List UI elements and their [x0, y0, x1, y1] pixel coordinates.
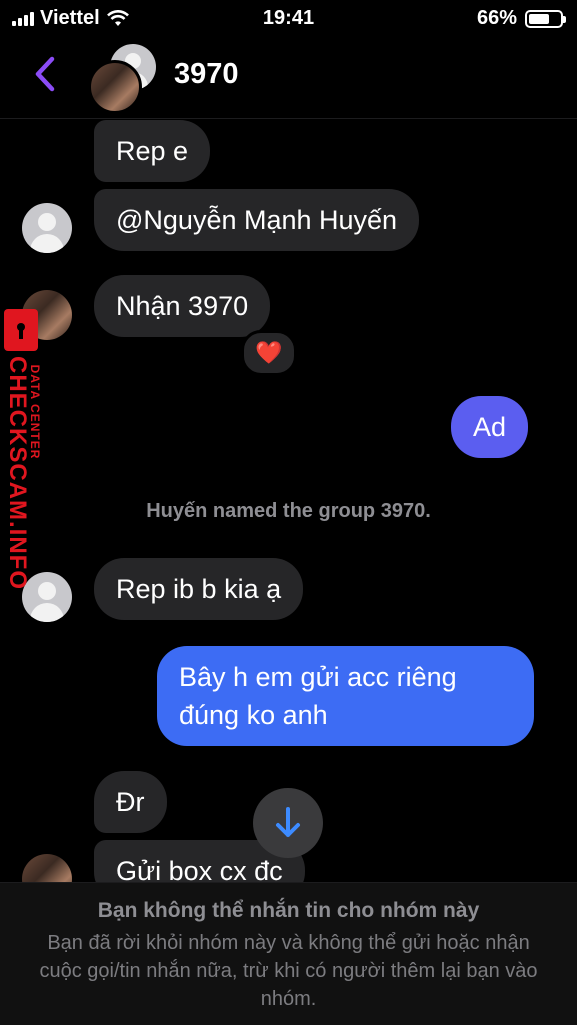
arrow-down-icon	[276, 807, 300, 837]
system-notice: Huyến named the group 3970.	[146, 500, 431, 522]
chat-header: 3970	[0, 38, 577, 119]
group-member-photo-avatar[interactable]	[88, 60, 142, 114]
sender-avatar[interactable]	[22, 203, 72, 253]
group-title[interactable]: 3970	[174, 58, 239, 91]
lock-icon	[4, 309, 38, 351]
message-bubble[interactable]: Rep ib b kia ạ	[94, 558, 304, 620]
notice-title: Bạn không thể nhắn tin cho nhóm này	[97, 899, 480, 922]
battery-icon	[525, 9, 566, 28]
message-bubble[interactable]: Rep e	[94, 120, 211, 182]
message-bubble-sent[interactable]: Bây h em gửi acc riêng đúng ko anh	[157, 646, 534, 746]
watermark: DATA CENTER CHECKSCAM.INFO	[0, 305, 60, 595]
message-bubble[interactable]: Đr	[94, 771, 167, 833]
status-bar: Viettel 19:41 66%	[0, 0, 577, 38]
composer-disabled-notice: Bạn không thể nhắn tin cho nhóm này Bạn …	[0, 882, 577, 1025]
notice-description: Bạn đã rời khỏi nhóm này và không thể gử…	[39, 932, 538, 1010]
message-bubble[interactable]: Nhận 3970	[94, 275, 271, 337]
message-bubble-sent[interactable]: Ad	[451, 396, 529, 458]
heart-icon: ❤️	[255, 340, 283, 365]
watermark-brand: CHECKSCAM.INFO	[4, 356, 31, 590]
battery-percent: 66%	[476, 7, 517, 29]
heart-reaction[interactable]: ❤️	[241, 330, 297, 376]
message-bubble[interactable]: @Nguyễn Mạnh Huyến	[94, 189, 420, 251]
back-chevron-icon[interactable]	[30, 54, 60, 94]
scroll-to-bottom-button[interactable]	[253, 788, 323, 858]
